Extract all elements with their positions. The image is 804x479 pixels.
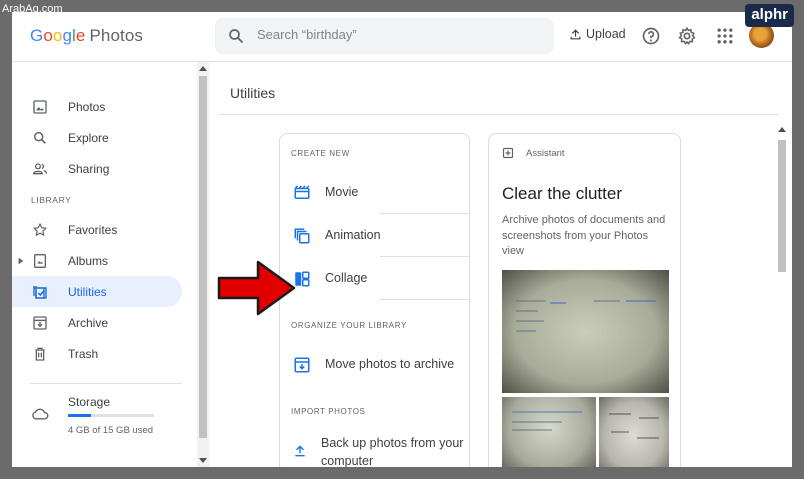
create-item-label: Collage bbox=[325, 271, 368, 285]
main-scroll-thumb[interactable] bbox=[778, 140, 786, 272]
create-new-section-label: CREATE NEW bbox=[291, 149, 350, 158]
document-photo-thumbnail[interactable] bbox=[502, 270, 669, 393]
star-icon bbox=[33, 222, 47, 236]
scroll-down-arrow-icon[interactable] bbox=[199, 458, 207, 464]
title-divider bbox=[219, 114, 779, 115]
watermark-text: ArabAq.com bbox=[2, 3, 63, 15]
search-bar[interactable] bbox=[215, 18, 554, 54]
sidebar-item-archive[interactable]: Archive bbox=[12, 307, 182, 338]
logo-letter: g bbox=[62, 26, 73, 45]
sidebar-item-albums[interactable]: Albums bbox=[12, 245, 182, 276]
scroll-up-arrow-icon[interactable] bbox=[199, 65, 207, 71]
create-item-label: Animation bbox=[325, 228, 381, 242]
assistant-tag: Assistant bbox=[526, 148, 565, 159]
search-input[interactable] bbox=[257, 27, 537, 42]
utilities-icon bbox=[33, 285, 47, 299]
logo-letter: o bbox=[43, 26, 53, 45]
sidebar-item-label: Trash bbox=[68, 346, 99, 361]
search-icon[interactable] bbox=[227, 27, 245, 45]
help-icon[interactable] bbox=[641, 26, 661, 46]
scroll-up-arrow-icon[interactable] bbox=[778, 126, 786, 132]
sidebar-item-label: Photos bbox=[68, 99, 106, 114]
sidebar-scroll-thumb[interactable] bbox=[199, 76, 207, 438]
create-movie-item[interactable]: Movie bbox=[280, 172, 469, 214]
archive-icon bbox=[33, 315, 47, 330]
backup-computer-item[interactable]: Back up photos from your computer bbox=[280, 430, 469, 467]
animation-icon bbox=[294, 228, 310, 244]
storage-progress-fill bbox=[68, 414, 92, 417]
storage-progress-bar bbox=[68, 414, 154, 417]
sidebar-divider bbox=[30, 383, 182, 384]
storage-used-text: 4 GB of 15 GB used bbox=[68, 425, 154, 436]
assistant-description: Archive photos of documents and screensh… bbox=[502, 214, 666, 257]
upload-icon bbox=[570, 28, 581, 39]
sidebar-item-label: Favorites bbox=[68, 222, 118, 237]
expand-caret-icon[interactable] bbox=[17, 257, 25, 265]
top-bar: GooglePhotos Upload bbox=[12, 12, 792, 62]
assistant-icon bbox=[502, 147, 514, 159]
archive-move-icon bbox=[294, 357, 310, 373]
document-photo-thumbnail[interactable] bbox=[502, 397, 596, 467]
sidebar-item-favorites[interactable]: Favorites bbox=[12, 214, 182, 245]
row-divider bbox=[380, 213, 469, 214]
upload-label: Upload bbox=[586, 27, 626, 41]
assistant-title: Clear the clutter bbox=[502, 184, 622, 203]
people-icon bbox=[32, 162, 47, 174]
sidebar-item-label: Archive bbox=[68, 315, 109, 330]
assistant-card[interactable]: Assistant Clear the clutter Archive phot… bbox=[488, 133, 681, 467]
logo-letter: G bbox=[30, 26, 44, 45]
page-title: Utilities bbox=[230, 85, 276, 101]
create-animation-item[interactable]: Animation bbox=[280, 215, 469, 257]
create-collage-item[interactable]: Collage bbox=[280, 258, 469, 300]
red-arrow-annotation bbox=[217, 260, 296, 316]
create-item-label: Movie bbox=[325, 185, 359, 199]
trash-icon bbox=[35, 347, 45, 361]
cloud-icon bbox=[32, 408, 49, 420]
organize-item-label: Move photos to archive bbox=[325, 357, 455, 371]
logo-photos-word: Photos bbox=[89, 26, 143, 45]
import-item-label: Back up photos from your computer bbox=[321, 436, 464, 467]
main-scrollbar[interactable] bbox=[776, 122, 788, 467]
apps-grid-icon[interactable] bbox=[715, 26, 735, 46]
upload-button[interactable]: Upload bbox=[569, 27, 626, 41]
import-section-label: IMPORT PHOTOS bbox=[291, 407, 366, 416]
search-icon bbox=[33, 131, 46, 144]
document-photo-thumbnail[interactable] bbox=[599, 397, 669, 467]
sidebar-item-utilities[interactable]: Utilities bbox=[12, 276, 182, 307]
storage-label[interactable]: Storage bbox=[68, 395, 110, 409]
row-divider bbox=[380, 299, 469, 300]
sidebar-item-sharing[interactable]: Sharing bbox=[12, 153, 182, 184]
sidebar-item-label: Utilities bbox=[68, 284, 107, 299]
create-utilities-card: CREATE NEW Movie Animation Collage ORGAN… bbox=[279, 133, 470, 467]
app-window: GooglePhotos Upload Photos Explore S bbox=[12, 12, 792, 467]
sidebar-scrollbar[interactable] bbox=[197, 62, 209, 467]
sidebar-item-label: Albums bbox=[68, 253, 109, 268]
movie-icon bbox=[294, 185, 310, 199]
google-photos-logo[interactable]: Google Photos bbox=[30, 26, 143, 46]
sidebar: Photos Explore Sharing LIBRARY Favorites… bbox=[12, 62, 197, 467]
row-divider bbox=[380, 256, 469, 257]
sidebar-item-label: Sharing bbox=[68, 161, 110, 176]
album-icon bbox=[34, 253, 46, 268]
logo-letter: e bbox=[75, 26, 86, 45]
organize-section-label: ORGANIZE YOUR LIBRARY bbox=[291, 321, 407, 330]
photo-icon bbox=[33, 99, 47, 114]
sidebar-item-label: Explore bbox=[68, 130, 109, 145]
sidebar-item-explore[interactable]: Explore bbox=[12, 122, 182, 153]
upload-icon bbox=[295, 445, 305, 457]
move-to-archive-item[interactable]: Move photos to archive bbox=[280, 344, 469, 386]
library-section-label: LIBRARY bbox=[31, 195, 72, 205]
settings-icon[interactable] bbox=[677, 26, 697, 46]
sidebar-item-photos[interactable]: Photos bbox=[12, 91, 182, 122]
alphr-badge: alphr bbox=[745, 4, 794, 27]
sidebar-item-trash[interactable]: Trash bbox=[12, 338, 182, 369]
